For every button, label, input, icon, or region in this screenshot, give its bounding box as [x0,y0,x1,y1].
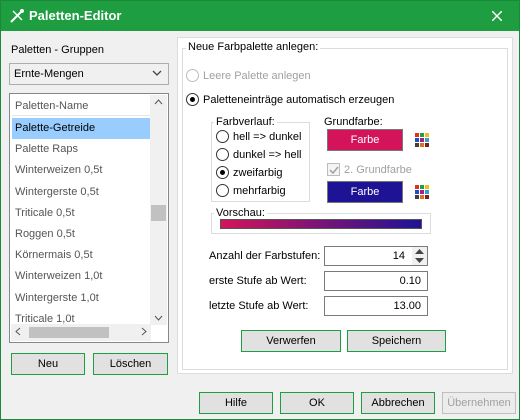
first-step-label: erste Stufe ab Wert: [209,275,307,287]
horizontal-scroll-thumb[interactable] [29,327,109,338]
delete-palette-button[interactable]: Löschen [93,353,168,375]
scroll-left-icon[interactable] [15,327,21,336]
close-icon [492,11,502,21]
list-item[interactable]: Palette-Getreide [12,118,150,140]
list-item[interactable]: Wintergerste 0,5t [12,182,150,203]
close-button[interactable] [477,1,517,31]
scroll-up-icon[interactable] [154,99,163,105]
gradient-radio-circle [216,166,229,179]
gradient-preview [220,219,422,229]
vertical-scroll-thumb[interactable] [151,205,166,221]
first-step-field[interactable]: 0.10 [324,271,428,291]
second-color-button[interactable]: Farbe [327,181,403,203]
list-rows: Palette-Getreide Palette Raps Winterweizen… [12,118,150,330]
gradient-radio-circle [216,184,229,197]
radio-empty-palette[interactable]: Leere Palette anlegen [186,69,311,82]
check-icon [329,166,339,175]
list-item[interactable]: Winterweizen 1,0t [12,266,150,287]
help-button[interactable]: Hilfe [199,392,273,414]
basecolor-title: Grundfarbe: [324,116,383,128]
list-item[interactable]: Wintergerste 1,0t [12,288,150,309]
radio-empty-circle [186,69,199,82]
radio-auto-circle [186,93,199,106]
apply-button[interactable]: Übernehmen [442,392,516,414]
scroll-down-icon[interactable] [154,315,163,321]
new-palette-panel: Neue Farbpalette anlegen: Leere Palette … [177,37,513,374]
vertical-scrollbar[interactable] [150,95,167,325]
list-item[interactable]: Körnermais 0,5t [12,245,150,266]
gradient-option[interactable]: mehrfarbig [216,184,286,197]
radio-empty-label: Leere Palette anlegen [203,69,311,82]
new-palette-button[interactable]: Neu [11,353,85,375]
save-button[interactable]: Speichern [347,330,446,352]
steps-spinner-buttons[interactable] [412,247,427,265]
palette-tools-icon [10,9,24,23]
last-step-field[interactable]: 13.00 [324,296,428,316]
gradient-option[interactable]: hell => dunkel [216,130,302,143]
gradient-option[interactable]: dunkel => hell [216,148,302,161]
last-step-label: letzte Stufe ab Wert: [209,300,309,312]
scroll-right-icon[interactable] [141,327,147,336]
gradient-radio-circle [216,148,229,161]
gradient-radio-circle [216,130,229,143]
checkbox-box [327,163,340,176]
group-combo-value: Ernte-Mengen [14,68,84,80]
second-color-checkbox[interactable]: 2. Grundfarbe [327,163,412,176]
discard-button[interactable]: Verwerfen [241,330,341,352]
gradient-option-label: zweifarbig [233,166,283,179]
gradient-option-label: dunkel => hell [233,148,302,161]
spin-up-icon[interactable] [415,249,424,254]
chevron-down-icon [152,70,162,76]
group-label: Paletten - Gruppen [11,44,104,56]
list-item[interactable]: Triticale 0,5t [12,203,150,224]
steps-label: Anzahl der Farbstufen: [209,250,321,262]
second-color-label: 2. Grundfarbe [344,163,412,176]
palette-list[interactable]: Paletten-Name Palette-Getreide Palette Ra… [9,93,169,343]
horizontal-scrollbar[interactable] [11,324,151,341]
list-header: Paletten-Name [12,96,150,116]
gradient-option-label: hell => dunkel [233,130,302,143]
ok-button[interactable]: OK [280,392,354,414]
color-grid-icon[interactable] [415,133,429,147]
radio-auto-label: Paletteneinträge automatisch erzeugen [203,93,395,106]
gradient-title: Farbverlauf: [214,116,277,128]
list-item[interactable]: Winterweizen 0,5t [12,160,150,181]
base-color-button[interactable]: Farbe [327,129,403,151]
palette-editor-window: Paletten-Editor Paletten - Gruppen Ernte… [0,0,520,420]
list-item[interactable]: Roggen 0,5t [12,224,150,245]
title-bar: Paletten-Editor [1,1,519,31]
color-grid-icon-2[interactable] [415,185,429,199]
gradient-option[interactable]: zweifarbig [216,166,283,179]
gradient-option-label: mehrfarbig [233,184,286,197]
panel-title: Neue Farbpalette anlegen: [186,41,321,53]
list-item[interactable]: Palette Raps [12,139,150,160]
cancel-button[interactable]: Abbrechen [361,392,435,414]
radio-auto-entries[interactable]: Paletteneinträge automatisch erzeugen [186,93,394,106]
preview-title: Vorschau: [214,207,267,219]
window-title: Paletten-Editor [29,8,122,23]
spin-down-icon[interactable] [415,258,424,263]
group-combo[interactable]: Ernte-Mengen [9,63,169,85]
